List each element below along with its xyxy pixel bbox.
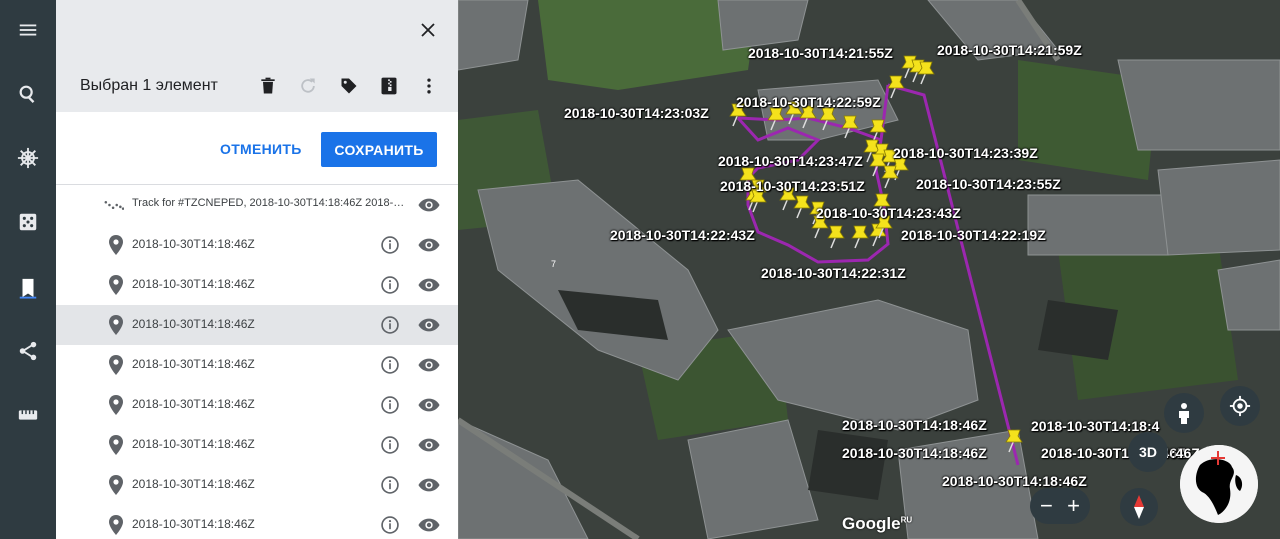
row-label: Track for #TZCNEPED, 2018-10-30T14:18:46… xyxy=(132,197,410,209)
row-label: 2018-10-30T14:18:46Z xyxy=(132,437,255,451)
map-label: 2018-10-30T14:23:39Z xyxy=(893,145,1038,161)
zoom-control: − + xyxy=(1030,488,1090,524)
info-icon[interactable] xyxy=(378,513,402,537)
map-label: 2018-10-30T14:21:59Z xyxy=(937,42,1082,58)
3d-toggle-button[interactable]: 3D xyxy=(1128,432,1168,472)
placemark-icon xyxy=(106,315,126,335)
info-icon[interactable] xyxy=(378,393,402,417)
info-icon[interactable] xyxy=(378,353,402,377)
edit-panel: Выбран 1 элемент ОТМЕНИТЬ СОХРАНИТЬ Trac… xyxy=(56,0,458,539)
placemark-icon xyxy=(106,235,126,255)
visibility-icon[interactable] xyxy=(416,393,442,417)
my-location-icon[interactable] xyxy=(1220,386,1260,426)
row-label: 2018-10-30T14:18:46Z xyxy=(132,397,255,411)
voyager-icon[interactable] xyxy=(8,138,48,178)
action-bar: ОТМЕНИТЬ СОХРАНИТЬ xyxy=(56,112,458,185)
placemark-row[interactable]: 2018-10-30T14:18:46Z xyxy=(56,385,458,425)
info-icon[interactable] xyxy=(378,473,402,497)
row-label: 2018-10-30T14:18:46Z xyxy=(132,357,255,371)
placemark-row[interactable]: 2018-10-30T14:18:46Z xyxy=(56,265,458,305)
map-label: 2018-10-30T14:18:46Z xyxy=(942,473,1087,489)
pegman-icon[interactable] xyxy=(1164,393,1204,433)
projects-icon[interactable] xyxy=(8,268,48,308)
zip-icon[interactable] xyxy=(377,74,401,98)
placemark-row[interactable]: 2018-10-30T14:18:46Z xyxy=(56,425,458,465)
placemark-icon xyxy=(106,435,126,455)
visibility-icon[interactable] xyxy=(416,353,442,377)
label-icon[interactable] xyxy=(337,74,361,98)
selection-header: Выбран 1 элемент xyxy=(56,0,458,112)
map-label: 2018-10-30T14:23:03Z xyxy=(564,105,709,121)
map-label: 2018-10-30T14:18:46Z xyxy=(842,445,987,461)
selection-title: Выбран 1 элемент xyxy=(80,77,218,94)
save-button[interactable]: СОХРАНИТЬ xyxy=(321,132,437,167)
row-label: 2018-10-30T14:18:46Z xyxy=(132,317,255,331)
map-label: 2018-10-30T14:18:4 xyxy=(1031,418,1160,434)
placemark-icon xyxy=(106,275,126,295)
share-icon[interactable] xyxy=(8,331,48,371)
info-icon[interactable] xyxy=(378,233,402,257)
measure-icon[interactable] xyxy=(8,395,48,435)
visibility-icon[interactable] xyxy=(416,273,442,297)
map-label: 2018-10-30T14:21:55Z xyxy=(748,45,893,61)
visibility-icon[interactable] xyxy=(416,193,442,217)
delete-icon[interactable] xyxy=(256,74,280,98)
placemark-row[interactable]: 2018-10-30T14:18:46Z xyxy=(56,465,458,505)
globe-icon[interactable] xyxy=(1180,445,1258,523)
row-label: 2018-10-30T14:18:46Z xyxy=(132,517,255,531)
row-label: 2018-10-30T14:18:46Z xyxy=(132,477,255,491)
cancel-button[interactable]: ОТМЕНИТЬ xyxy=(206,132,316,166)
search-icon[interactable] xyxy=(8,74,48,114)
feature-list: Track for #TZCNEPED, 2018-10-30T14:18:46… xyxy=(56,185,458,539)
map-label: 2018-10-30T14:23:47Z xyxy=(718,153,863,169)
visibility-icon[interactable] xyxy=(416,313,442,337)
row-label: 2018-10-30T14:18:46Z xyxy=(132,277,255,291)
placemark-icon xyxy=(106,515,126,535)
map-label: 2018-10-30T14:23:43Z xyxy=(816,205,961,221)
google-attribution: GoogleRU xyxy=(842,514,913,533)
info-icon[interactable] xyxy=(378,273,402,297)
row-label: 2018-10-30T14:18:46Z xyxy=(132,237,255,251)
map-label: 2018-10-30T14:22:31Z xyxy=(761,265,906,281)
placemark-row[interactable]: 2018-10-30T14:18:46Z xyxy=(56,505,458,539)
close-icon[interactable] xyxy=(414,16,442,44)
zoom-in-button[interactable]: + xyxy=(1067,493,1080,519)
placemark-row[interactable]: 2018-10-30T14:18:46Z xyxy=(56,305,458,345)
placemark-row[interactable]: 2018-10-30T14:18:46Z xyxy=(56,345,458,385)
visibility-icon[interactable] xyxy=(416,433,442,457)
info-icon[interactable] xyxy=(378,313,402,337)
feeling-lucky-icon[interactable] xyxy=(8,202,48,242)
track-row[interactable]: Track for #TZCNEPED, 2018-10-30T14:18:46… xyxy=(56,185,458,225)
placemark-icon xyxy=(106,475,126,495)
info-icon[interactable] xyxy=(378,433,402,457)
more-vert-icon[interactable] xyxy=(417,74,441,98)
compass-icon[interactable] xyxy=(1120,488,1158,526)
placemark-row[interactable]: 2018-10-30T14:18:46Z xyxy=(56,225,458,265)
map-label: 2018-10-30T14:18:46Z xyxy=(842,417,987,433)
building-number: 7 xyxy=(551,259,557,269)
visibility-icon[interactable] xyxy=(416,473,442,497)
placemark-icon xyxy=(106,355,126,375)
map-label: 2018-10-30T14:22:43Z xyxy=(610,227,755,243)
zoom-out-button[interactable]: − xyxy=(1040,493,1053,519)
map-label: 2018-10-30T14:22:19Z xyxy=(901,227,1046,243)
map-label: 2018-10-30T14:23:51Z xyxy=(720,178,865,194)
refresh-icon[interactable] xyxy=(296,74,320,98)
map-view[interactable]: 7 2018-10-30T14:21:55Z 2018-10-30T14:21:… xyxy=(458,0,1280,539)
map-label: 2018-10-30T14:22:59Z xyxy=(736,94,881,110)
menu-icon[interactable] xyxy=(8,10,48,50)
visibility-icon[interactable] xyxy=(416,233,442,257)
placemark-icon xyxy=(106,395,126,415)
track-icon xyxy=(104,195,124,215)
map-label: 2018-10-30T14:23:55Z xyxy=(916,176,1061,192)
nav-rail xyxy=(0,0,56,539)
visibility-icon[interactable] xyxy=(416,513,442,537)
